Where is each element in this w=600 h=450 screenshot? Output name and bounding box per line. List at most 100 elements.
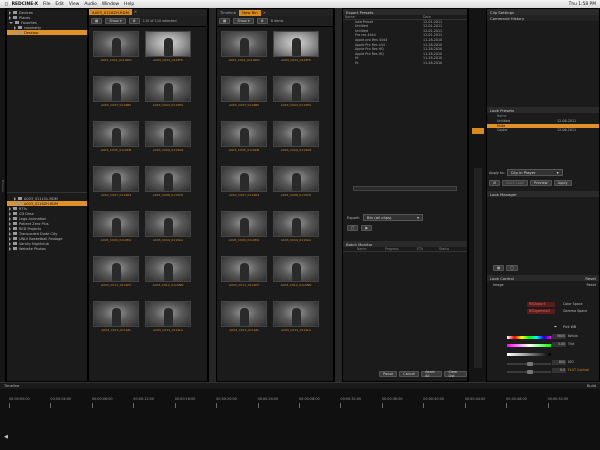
bin-show-dropdown[interactable]: Show ▾ — [233, 18, 254, 24]
disclosure-triangle-icon[interactable] — [9, 246, 11, 251]
clip-thumbnail[interactable]: A003_C013_0119JS — [93, 301, 139, 332]
apply-to-dropdown[interactable]: Clip in Player ▾ — [506, 169, 563, 176]
clip-thumbnail[interactable]: A003_C011_0119P3 — [221, 256, 267, 287]
preview-button[interactable]: Preview — [530, 180, 552, 186]
eyedropper-icon[interactable]: ✒ — [554, 324, 557, 329]
clip-thumbnail[interactable]: A003_C012_0119NN — [273, 256, 319, 287]
gamma-space-value[interactable]: REDgamma3 — [527, 309, 555, 314]
pick-wb-label[interactable]: Pick WB — [563, 325, 576, 329]
bin-scrollbar[interactable] — [334, 8, 342, 382]
disclosure-triangle-icon[interactable] — [14, 25, 16, 30]
look-preset-row[interactable]: Copier 12-06-2011 — [487, 128, 599, 133]
disclosure-triangle-icon[interactable] — [9, 231, 11, 236]
tree-item[interactable]: Website Photos — [7, 246, 87, 251]
export-hscroll[interactable] — [353, 186, 457, 191]
look-control-reset[interactable]: Reset — [585, 276, 596, 281]
menu-window[interactable]: Window — [102, 2, 119, 7]
export-preset-row[interactable]: Hi 11-28-2010 — [343, 61, 467, 66]
clip-thumbnail[interactable]: A003_C007_0119R4 — [93, 166, 139, 197]
side-scroller[interactable] — [474, 168, 482, 368]
clip-thumbnail[interactable]: A003_C004_0119HS — [145, 76, 191, 107]
image-section-reset[interactable]: Reset — [587, 283, 596, 287]
grid-view-icon[interactable]: ▦ — [91, 18, 103, 24]
browser-side-tab[interactable]: Browser — [1, 180, 5, 192]
menu-file[interactable]: File — [43, 2, 50, 7]
tab-new-bin[interactable]: New Bin — [239, 9, 261, 16]
clips-tab[interactable]: A003_0116ZH.RDM — [89, 9, 132, 15]
tab-timeline[interactable]: Timeline — [217, 10, 239, 15]
disclosure-triangle-icon[interactable] — [14, 196, 16, 201]
clip-thumbnail[interactable]: A003_C011_0119P3 — [93, 256, 139, 287]
clip-thumbnail[interactable]: A003_C004_0119HS — [273, 76, 319, 107]
tint-value[interactable]: 0.00 — [552, 342, 566, 347]
add-icon[interactable]: ▦ — [493, 265, 505, 271]
clip-thumbnail[interactable]: A003_C009_0119M1 — [221, 211, 267, 242]
tree-item[interactable]: Desktop — [7, 30, 87, 35]
disclosure-triangle-icon[interactable] — [9, 236, 11, 241]
disclosure-triangle-icon[interactable] — [9, 211, 11, 216]
disclosure-triangle-icon[interactable] — [9, 21, 13, 24]
app-menu[interactable]: REDCINE-X — [12, 2, 38, 7]
clip-thumbnail[interactable]: A003_C013_0119JS — [221, 301, 267, 332]
close-icon[interactable]: × — [134, 9, 137, 16]
disclosure-triangle-icon[interactable] — [9, 15, 11, 20]
clip-thumbnail[interactable]: A003_C012_0119NN — [145, 256, 191, 287]
gear-icon[interactable]: ⚙ — [256, 18, 268, 24]
export-play-icon[interactable]: ▶ — [361, 225, 373, 231]
timeline-build[interactable]: Build — [587, 384, 596, 388]
clip-thumbnail[interactable]: A003_C003_0119BS — [93, 76, 139, 107]
disclosure-triangle-icon[interactable] — [14, 201, 16, 206]
disclosure-triangle-icon[interactable] — [9, 206, 11, 211]
look-settings-icon[interactable]: ⚙ — [489, 180, 501, 186]
disclosure-triangle-icon[interactable] — [14, 30, 16, 35]
clip-thumbnail[interactable]: A003_C009_0119M1 — [93, 211, 139, 242]
clip-thumbnail[interactable]: A003_C005_0119KM — [93, 121, 139, 152]
iso-slider-knob[interactable] — [527, 362, 533, 366]
delete-icon[interactable]: □ — [506, 265, 518, 271]
clip-thumbnail[interactable]: A003_C008_0119CD — [273, 166, 319, 197]
clip-thumbnail[interactable]: A003_C006_0119G8 — [145, 121, 191, 152]
tint-gradient[interactable] — [507, 344, 551, 347]
clips-show-dropdown[interactable]: Show ▾ — [105, 18, 126, 24]
menu-help[interactable]: Help — [124, 2, 134, 7]
export-dropdown[interactable]: Bin (all clips) ▾ — [362, 214, 423, 221]
apply-button[interactable]: Apply — [553, 180, 572, 186]
kelvin-gradient[interactable] — [507, 336, 551, 339]
gear-icon[interactable]: ⚙ — [128, 18, 140, 24]
close-icon[interactable]: × — [263, 10, 266, 15]
grid-view-icon[interactable]: ▦ — [219, 18, 231, 24]
disclosure-triangle-icon[interactable] — [9, 221, 11, 226]
color-space-value[interactable]: REDcolor3 — [527, 302, 555, 307]
disclosure-triangle-icon[interactable] — [9, 216, 11, 221]
abort-all-button[interactable]: Abort All — [421, 370, 443, 378]
clear-list-button[interactable]: Clear List — [444, 370, 467, 378]
menu-audio[interactable]: Audio — [84, 2, 96, 7]
clip-thumbnail[interactable]: A003_C010_0119AA — [273, 211, 319, 242]
clip-thumbnail[interactable]: A003_C010_0119AA — [145, 211, 191, 242]
clip-thumbnail[interactable]: A003_C014_0119LU — [145, 301, 191, 332]
clip-thumbnail[interactable]: A003_C014_0119LU — [273, 301, 319, 332]
pause-button[interactable]: Pause — [379, 371, 398, 377]
clip-thumbnail[interactable]: A003_C008_0119CD — [145, 166, 191, 197]
clip-thumbnail[interactable]: A003_C003_0119BS — [221, 76, 267, 107]
flut-slider-knob[interactable] — [527, 370, 533, 374]
menu-edit[interactable]: Edit — [55, 2, 64, 7]
flut-value[interactable]: 0.0 — [552, 368, 566, 373]
timeline-ruler[interactable]: 00:00:00:00 00:00:04:00 00:00:08:00 00:00:1… — [6, 397, 596, 409]
clip-thumbnail[interactable]: A003_C001_0119W0 — [93, 31, 139, 62]
export-settings-icon[interactable]: □ — [347, 225, 359, 231]
save-look-button[interactable]: Save Look — [502, 180, 529, 186]
kelvin-value[interactable]: 5600 — [552, 334, 566, 339]
clips-scrollbar[interactable] — [208, 8, 216, 382]
menu-view[interactable]: View — [69, 2, 79, 7]
iso-value[interactable]: 800 — [552, 360, 566, 365]
clip-thumbnail[interactable]: A003_C002_0119F6 — [273, 31, 319, 62]
dock-handle[interactable] — [472, 128, 484, 134]
disclosure-triangle-icon[interactable] — [9, 10, 11, 15]
clip-thumbnail[interactable]: A003_C002_0119F6 — [145, 31, 191, 62]
clip-thumbnail[interactable]: A003_C001_0119W0 — [221, 31, 267, 62]
disclosure-triangle-icon[interactable] — [9, 241, 11, 246]
speaker-icon[interactable]: ◀ — [4, 434, 8, 440]
clip-thumbnail[interactable]: A003_C006_0119G8 — [273, 121, 319, 152]
exposure-gradient[interactable] — [507, 353, 551, 356]
